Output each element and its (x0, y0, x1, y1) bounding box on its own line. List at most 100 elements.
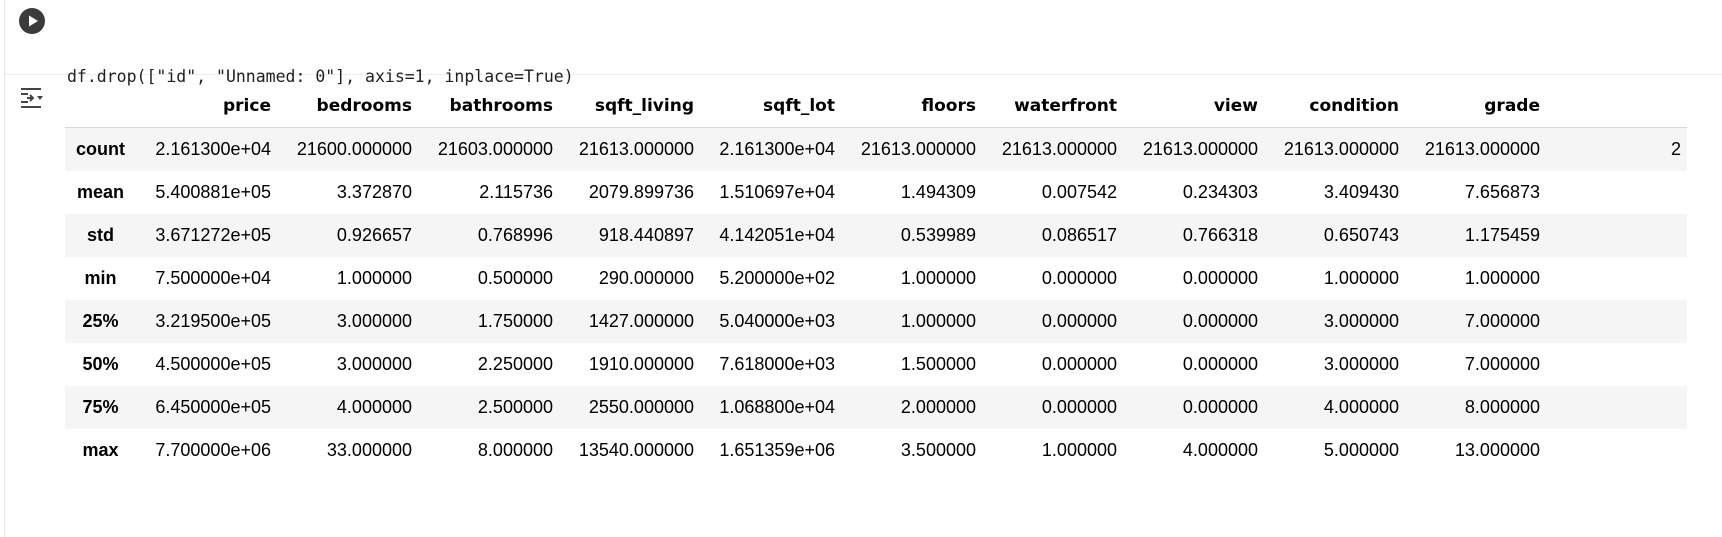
table-row: 75% 6.450000e+05 4.000000 2.500000 2550.0000… (65, 386, 1687, 429)
table-row: std 3.671272e+05 0.926657 0.768996 918.44089… (65, 214, 1687, 257)
table-row: mean 5.400881e+05 3.372870 2.115736 2079.899… (65, 171, 1687, 214)
table-row: 25% 3.219500e+05 3.000000 1.750000 1427.0000… (65, 300, 1687, 343)
column-header: sqft_lot (700, 84, 841, 128)
table-cell: 0.000000 (1182, 311, 1258, 331)
table-cell: 4.142051e+04 (719, 225, 835, 245)
table-cell: 7.618000e+03 (719, 354, 835, 374)
table-cell: 3.000000 (336, 311, 412, 331)
table-cell: 1.000000 (900, 268, 976, 288)
table-cell: 1.494309 (900, 182, 976, 202)
table-cell: 33.000000 (326, 440, 412, 460)
table-cell: 21613.000000 (1283, 139, 1399, 159)
table-cell: 1.000000 (336, 268, 412, 288)
table-cell: 1.000000 (1323, 268, 1399, 288)
table-cell: 2079.899736 (588, 182, 694, 202)
table-cell: 1427.000000 (588, 311, 694, 331)
table-cell-clipped (1546, 300, 1687, 343)
table-cell: 1.750000 (477, 311, 553, 331)
table-cell: 7.000000 (1464, 354, 1540, 374)
table-row: min 7.500000e+04 1.000000 0.500000 290.00000… (65, 257, 1687, 300)
table-cell-clipped (1546, 214, 1687, 257)
table-cell: 3.219500e+05 (155, 311, 271, 331)
table-cell: 0.500000 (477, 268, 553, 288)
table-cell: 0.926657 (336, 225, 412, 245)
table-cell: 1.175459 (1464, 225, 1540, 245)
table-cell-clipped (1546, 386, 1687, 429)
table-cell: 7.500000e+04 (155, 268, 271, 288)
table-cell: 8.000000 (1464, 397, 1540, 417)
table-cell: 2.250000 (477, 354, 553, 374)
table-cell: 21603.000000 (437, 139, 553, 159)
table-cell: 1.000000 (1464, 268, 1540, 288)
table-cell: 5.040000e+03 (719, 311, 835, 331)
table-cell: 7.000000 (1464, 311, 1540, 331)
table-cell: 1.000000 (900, 311, 976, 331)
table-cell: 5.000000 (1323, 440, 1399, 460)
table-cell: 21613.000000 (1142, 139, 1258, 159)
row-label: mean (76, 182, 125, 202)
column-header: view (1123, 84, 1264, 128)
table-cell: 3.409430 (1323, 182, 1399, 202)
row-label: count (76, 139, 125, 159)
table-cell: 1.510697e+04 (719, 182, 835, 202)
table-cell: 0.000000 (1182, 268, 1258, 288)
notebook-cell: df.drop(["id", "Unnamed: 0"], axis=1, in… (4, 0, 1722, 537)
index-header (65, 84, 136, 128)
row-label: 75% (82, 397, 119, 417)
row-label: 50% (82, 354, 119, 374)
table-row: count 2.161300e+04 21600.000000 21603.00000… (65, 127, 1687, 171)
table-cell: 0.650743 (1323, 225, 1399, 245)
table-cell: 3.372870 (336, 182, 412, 202)
table-cell: 6.450000e+05 (155, 397, 271, 417)
table-cell: 21613.000000 (860, 139, 976, 159)
table-cell: 0.000000 (1041, 397, 1117, 417)
run-cell-button[interactable] (19, 8, 45, 34)
table-cell: 1910.000000 (588, 354, 694, 374)
table-cell-clipped (1546, 429, 1687, 472)
row-label: std (87, 225, 114, 245)
table-cell: 290.000000 (598, 268, 694, 288)
table-cell: 5.400881e+05 (155, 182, 271, 202)
code-editor[interactable]: df.drop(["id", "Unnamed: 0"], axis=1, in… (5, 0, 1722, 167)
table-cell-clipped (1546, 257, 1687, 300)
table-cell: 0.000000 (1041, 354, 1117, 374)
table-cell: 21613.000000 (1001, 139, 1117, 159)
table-cell: 2.115736 (479, 182, 553, 202)
table-cell: 0.086517 (1041, 225, 1117, 245)
describe-table: price bedrooms bathrooms sqft_living sqf… (65, 84, 1687, 472)
column-header: condition (1264, 84, 1405, 128)
row-label: max (82, 440, 119, 460)
table-cell: 4.000000 (1182, 440, 1258, 460)
output-actions-button[interactable] (18, 85, 46, 111)
table-cell: 2.000000 (900, 397, 976, 417)
table-cell: 7.700000e+06 (155, 440, 271, 460)
column-header: price (136, 84, 277, 128)
table-cell: 4.000000 (1323, 397, 1399, 417)
output-settings-icon (21, 88, 43, 108)
table-cell: 21600.000000 (296, 139, 412, 159)
column-header: sqft_living (559, 84, 700, 128)
cell-output: price bedrooms bathrooms sqft_living sqf… (65, 84, 1722, 537)
table-cell: 0.768996 (477, 225, 553, 245)
table-cell: 13.000000 (1454, 440, 1540, 460)
table-cell: 4.500000e+05 (155, 354, 271, 374)
table-cell: 21613.000000 (578, 139, 694, 159)
table-cell: 2.500000 (477, 397, 553, 417)
table-cell: 0.000000 (1182, 354, 1258, 374)
column-header-clipped (1546, 84, 1687, 128)
column-header: floors (841, 84, 982, 128)
table-cell: 0.007542 (1041, 182, 1117, 202)
table-body: count 2.161300e+04 21600.000000 21603.00000… (65, 127, 1687, 472)
table-cell: 21613.000000 (1424, 139, 1540, 159)
table-cell: 0.000000 (1041, 268, 1117, 288)
table-cell: 3.000000 (1323, 311, 1399, 331)
table-cell: 0.000000 (1182, 397, 1258, 417)
table-cell: 0.234303 (1182, 182, 1258, 202)
column-header: waterfront (982, 84, 1123, 128)
table-cell: 13540.000000 (578, 440, 694, 460)
play-circle-icon (29, 15, 38, 27)
table-cell-clipped (1546, 343, 1687, 386)
table-cell: 1.500000 (900, 354, 976, 374)
table-cell: 3.000000 (1323, 354, 1399, 374)
table-cell: 2550.000000 (588, 397, 694, 417)
